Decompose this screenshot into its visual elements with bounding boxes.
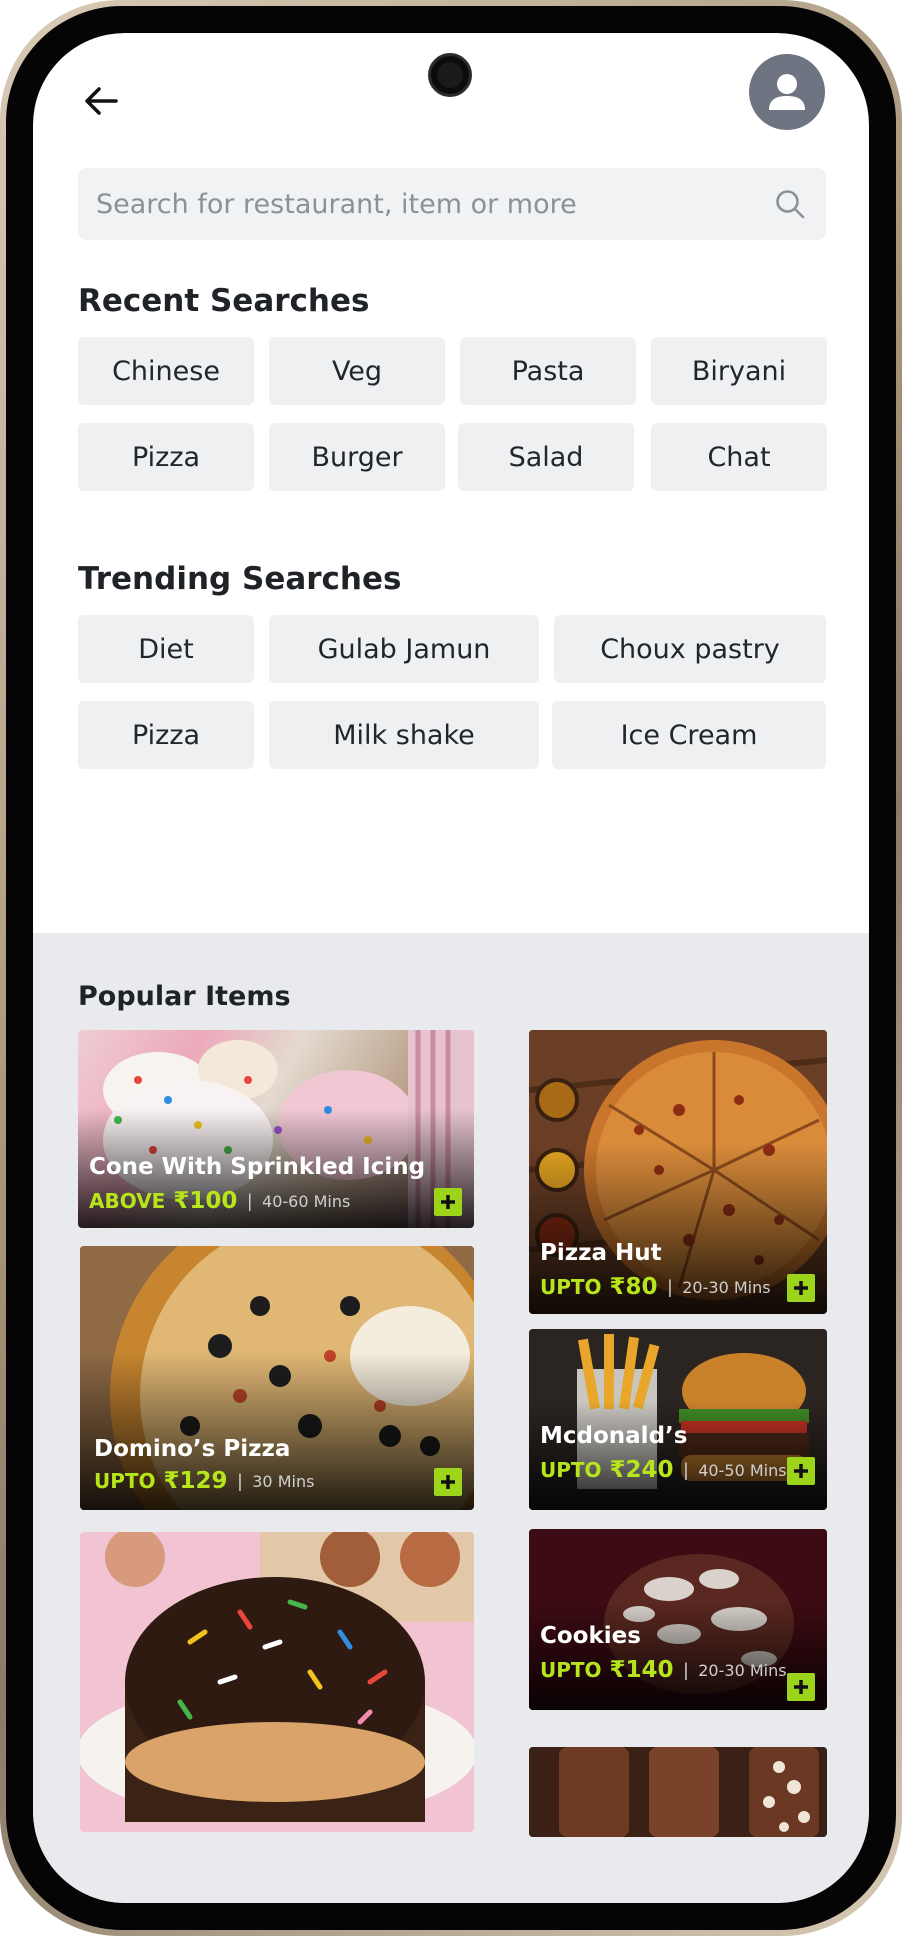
meta-divider: | (667, 1276, 673, 1297)
trending-searches-title: Trending Searches (78, 561, 402, 597)
add-button[interactable] (787, 1457, 815, 1485)
recent-chip-pizza[interactable]: Pizza (78, 423, 254, 491)
card-meta: ABOVE ₹100 | 40-60 Mins (89, 1188, 350, 1214)
meta-divider: | (247, 1190, 253, 1211)
app-screen: Recent Searches Chinese Veg Pasta Biryan… (33, 33, 869, 1903)
delivery-time: 40-50 Mins (698, 1460, 787, 1480)
price-label: UPTO (540, 1658, 602, 1682)
delivery-time: 40-60 Mins (262, 1191, 351, 1211)
recent-chip-salad[interactable]: Salad (458, 423, 634, 491)
recent-chip-burger[interactable]: Burger (269, 423, 445, 491)
price-value: ₹100 (173, 1188, 238, 1214)
plus-icon (441, 1195, 455, 1209)
plus-icon (794, 1464, 808, 1478)
meta-divider: | (683, 1459, 689, 1480)
recent-chip-biryani[interactable]: Biryani (651, 337, 827, 405)
popular-items-title: Popular Items (78, 981, 291, 1012)
card-meta: UPTO ₹140 | 20-30 Mins (540, 1657, 787, 1683)
popular-card-dominos[interactable]: Domino’s Pizza UPTO ₹129 | 30 Mins (80, 1246, 474, 1510)
user-icon (769, 74, 805, 110)
trending-chip-choux-pastry[interactable]: Choux pastry (554, 615, 826, 683)
card-title: Cone With Sprinkled Icing (89, 1154, 426, 1180)
popular-card-pizza-hut[interactable]: Pizza Hut UPTO ₹80 | 20-30 Mins (529, 1030, 827, 1314)
card-meta: UPTO ₹129 | 30 Mins (94, 1468, 314, 1494)
card-title: Pizza Hut (540, 1240, 662, 1266)
card-title: Mcdonald’s (540, 1423, 688, 1449)
trending-chip-milk-shake[interactable]: Milk shake (269, 701, 539, 769)
card-meta: UPTO ₹80 | 20-30 Mins (540, 1274, 771, 1300)
recent-chip-veg[interactable]: Veg (269, 337, 445, 405)
card-title: Cookies (540, 1623, 641, 1649)
meta-divider: | (237, 1470, 243, 1491)
popular-card-donut[interactable] (80, 1532, 474, 1832)
recent-searches-title: Recent Searches (78, 283, 370, 319)
popular-card-mcdonalds[interactable]: Mcdonald’s UPTO ₹240 | 40-50 Mins (529, 1329, 827, 1510)
delivery-time: 20-30 Mins (682, 1277, 771, 1297)
search-input[interactable] (96, 188, 772, 220)
price-value: ₹129 (163, 1468, 228, 1494)
donut-image (80, 1532, 474, 1832)
search-icon[interactable] (772, 186, 808, 222)
price-label: UPTO (540, 1275, 602, 1299)
profile-avatar[interactable] (749, 54, 825, 130)
popular-card-cone[interactable]: Cone With Sprinkled Icing ABOVE ₹100 | 4… (78, 1030, 474, 1228)
card-shade (529, 1401, 827, 1510)
delivery-time: 20-30 Mins (698, 1660, 787, 1680)
search-bar[interactable] (78, 168, 826, 240)
recent-chip-chinese[interactable]: Chinese (78, 337, 254, 405)
price-value: ₹240 (609, 1457, 674, 1483)
popular-card-cookies[interactable]: Cookies UPTO ₹140 | 20-30 Mins (529, 1529, 827, 1710)
add-button[interactable] (787, 1274, 815, 1302)
plus-icon (794, 1281, 808, 1295)
card-shade (529, 1601, 827, 1710)
chocolate-image (529, 1747, 827, 1837)
card-title: Domino’s Pizza (94, 1436, 291, 1462)
plus-icon (794, 1680, 808, 1694)
price-label: ABOVE (89, 1189, 166, 1213)
trending-chip-pizza[interactable]: Pizza (78, 701, 254, 769)
add-button[interactable] (434, 1188, 462, 1216)
trending-chip-ice-cream[interactable]: Ice Cream (552, 701, 826, 769)
trending-chip-diet[interactable]: Diet (78, 615, 254, 683)
card-meta: UPTO ₹240 | 40-50 Mins (540, 1457, 787, 1483)
price-label: UPTO (94, 1469, 156, 1493)
add-button[interactable] (434, 1468, 462, 1496)
arrow-left-icon (85, 87, 118, 115)
price-value: ₹80 (609, 1274, 658, 1300)
price-value: ₹140 (609, 1657, 674, 1683)
back-button[interactable] (73, 73, 129, 129)
recent-chip-chat[interactable]: Chat (651, 423, 827, 491)
add-button[interactable] (787, 1673, 815, 1701)
meta-divider: | (683, 1659, 689, 1680)
front-camera (428, 53, 472, 97)
popular-card-chocolate[interactable] (529, 1747, 827, 1837)
recent-chip-pasta[interactable]: Pasta (460, 337, 636, 405)
plus-icon (441, 1475, 455, 1489)
trending-chip-gulab-jamun[interactable]: Gulab Jamun (269, 615, 539, 683)
price-label: UPTO (540, 1458, 602, 1482)
delivery-time: 30 Mins (252, 1471, 315, 1491)
